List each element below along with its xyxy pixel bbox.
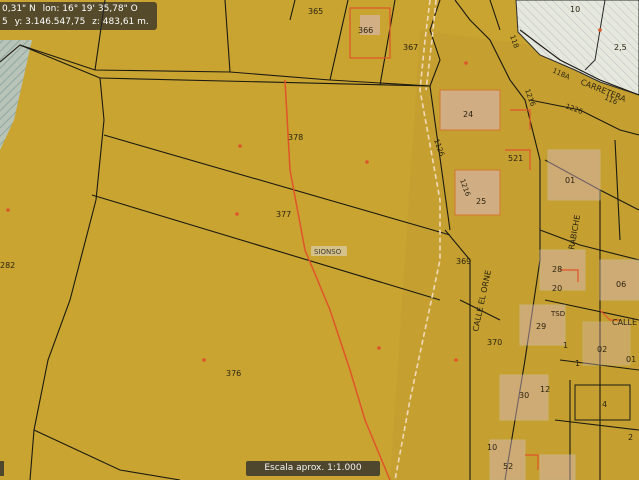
scale-label: Escala aprox. 1:1.000 (264, 463, 362, 473)
parcel-1p[interactable]: 1 (563, 341, 568, 350)
parcel-30[interactable]: 30 (519, 391, 529, 400)
parcel-29[interactable]: 29 (536, 322, 546, 331)
parcel-02[interactable]: 02 (597, 345, 607, 354)
longitude-value: lon: 16° 19' 35,78" O (42, 4, 138, 14)
parcel-282[interactable]: 282 (0, 261, 15, 270)
scale-indicator: Escala aprox. 1:1.000 (246, 461, 380, 476)
parcel-378[interactable]: 378 (288, 133, 303, 142)
coordinate-readout: 0,31" N lon: 16° 19' 35,78" O 5 y: 3.146… (0, 2, 157, 30)
cadastral-map[interactable]: 365 366 367 378 377 376 282 369 370 24 2… (0, 0, 639, 480)
parcel-28[interactable]: 28 (552, 265, 562, 274)
parcel-25[interactable]: 25 (476, 197, 486, 206)
parcel-10[interactable]: 10 (487, 443, 497, 452)
parcel-10-top[interactable]: 10 (570, 5, 580, 14)
parcel-365[interactable]: 365 (308, 7, 323, 16)
label-sonso: SIONSO (314, 248, 342, 256)
parcel-369[interactable]: 369 (456, 257, 471, 266)
parcel-366[interactable]: 366 (358, 26, 373, 35)
parcel-20[interactable]: 20 (552, 284, 562, 293)
parcel-24[interactable]: 24 (463, 110, 473, 119)
parcel-1[interactable]: 1 (575, 359, 580, 368)
parcel-521[interactable]: 521 (508, 154, 523, 163)
parcel-367[interactable]: 367 (403, 43, 418, 52)
parcel-376[interactable]: 376 (226, 369, 241, 378)
x-coordinate-tail: 5 (2, 17, 8, 27)
corner-control (0, 461, 4, 476)
parcel-377[interactable]: 377 (276, 210, 291, 219)
label-tsd: TSD (550, 310, 565, 318)
y-coordinate-value: y: 3.146.547,75 (14, 17, 86, 27)
parcel-4[interactable]: 4 (602, 400, 607, 409)
parcel-01b[interactable]: 01 (626, 355, 636, 364)
parcel-52[interactable]: 52 (503, 462, 513, 471)
road-calle: CALLE (612, 318, 637, 327)
parcel-06[interactable]: 06 (616, 280, 626, 289)
parcel-2-5[interactable]: 2,5 (614, 43, 627, 52)
elevation-value: z: 483,61 m. (92, 17, 149, 27)
parcel-370[interactable]: 370 (487, 338, 502, 347)
latitude-value: 0,31" N (2, 4, 36, 14)
parcel-12[interactable]: 12 (540, 385, 550, 394)
parcel-2[interactable]: 2 (628, 433, 633, 442)
parcel-01[interactable]: 01 (565, 176, 575, 185)
